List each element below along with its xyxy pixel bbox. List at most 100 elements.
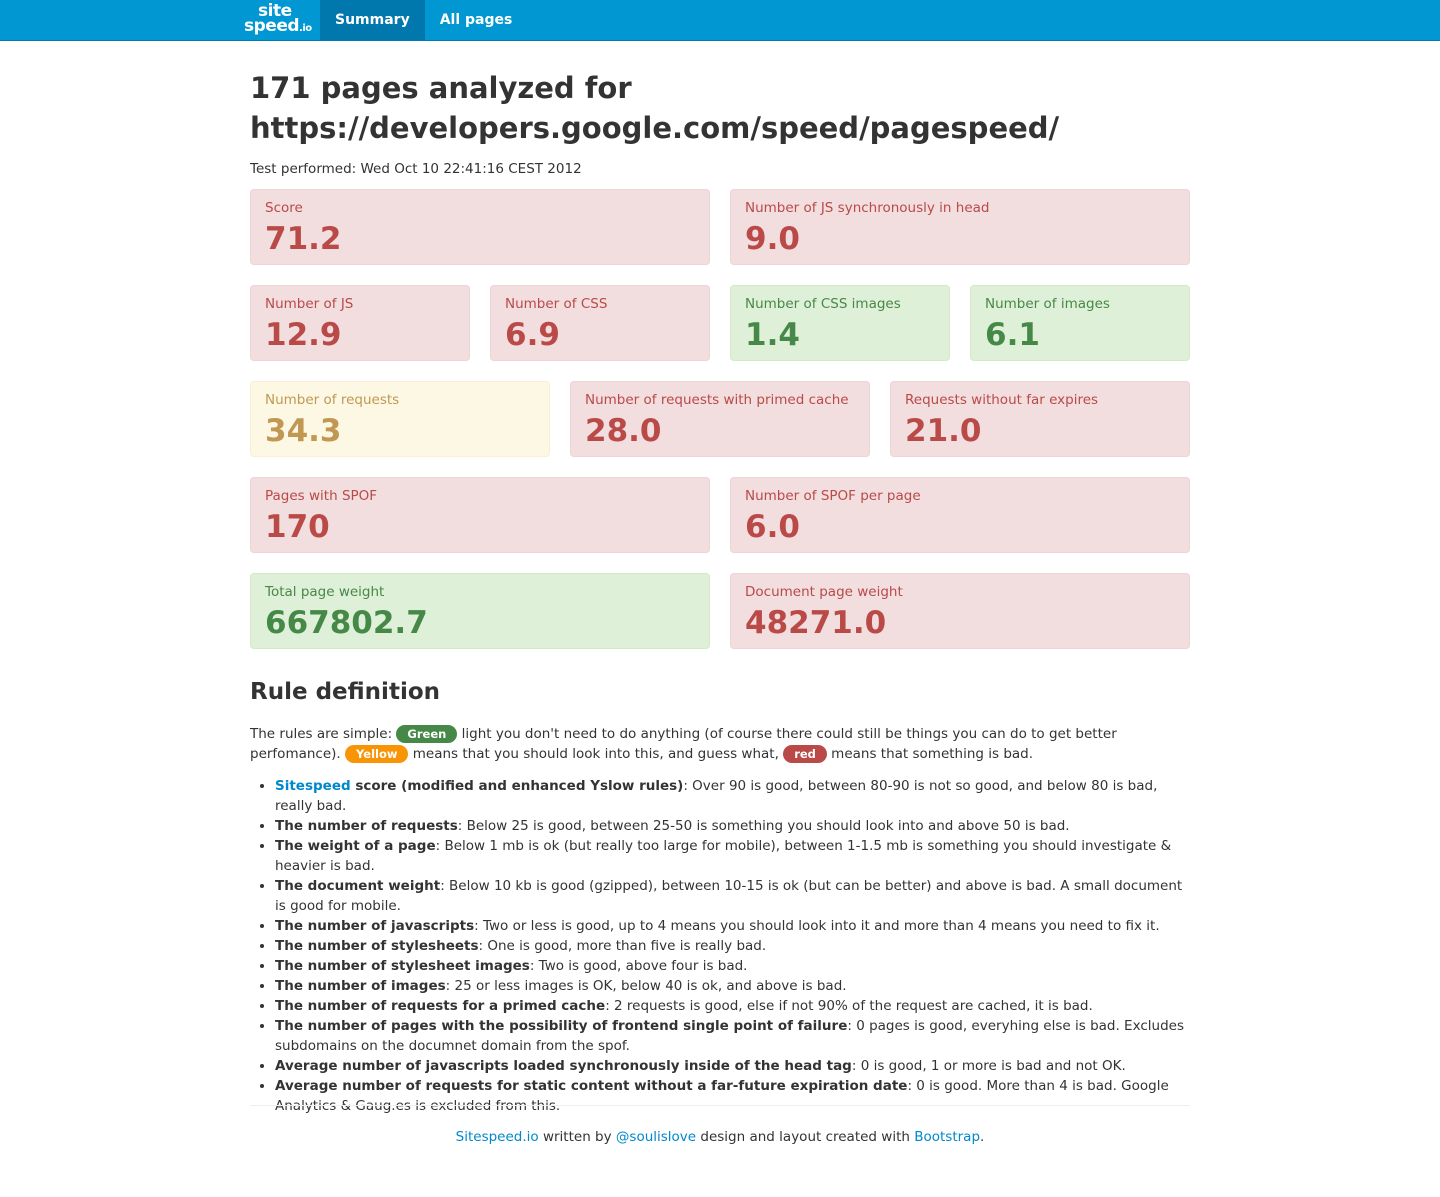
metric-value: 6.0 xyxy=(745,509,800,545)
intro-text: The rules are simple: xyxy=(250,726,397,742)
rule-name: Average number of requests for static co… xyxy=(275,1078,908,1094)
brand-line2-text: speed xyxy=(244,16,300,36)
brand-line2: speed.io xyxy=(244,16,312,36)
metric-spof-per-page: Number of SPOF per page 6.0 xyxy=(730,477,1190,553)
metric-images: Number of images 6.1 xyxy=(970,285,1190,361)
list-item: The number of requests for a primed cach… xyxy=(275,996,1190,1016)
rule-definition-title: Rule definition xyxy=(250,679,440,705)
footer-text: written by xyxy=(538,1129,616,1145)
rule-text: : 25 or less images is OK, below 40 is o… xyxy=(445,978,847,994)
red-badge: red xyxy=(783,745,827,763)
metric-value: 1.4 xyxy=(745,317,800,353)
rule-name-text: score (modified and enhanced Yslow rules… xyxy=(350,778,684,794)
metric-label: Number of requests xyxy=(265,392,400,408)
metrics-grid: Score 71.2 Number of JS synchronously in… xyxy=(250,189,1190,649)
nav-tab-all-pages[interactable]: All pages xyxy=(425,0,528,40)
metric-value: 9.0 xyxy=(745,221,800,257)
nav-tab-summary[interactable]: Summary xyxy=(320,0,425,40)
list-item: The document weight: Below 10 kb is good… xyxy=(275,876,1190,916)
list-item: Average number of requests for static co… xyxy=(275,1076,1190,1116)
list-item: Average number of javascripts loaded syn… xyxy=(275,1056,1190,1076)
metric-value: 28.0 xyxy=(585,413,662,449)
metric-requests: Number of requests 34.3 xyxy=(250,381,550,457)
page-title-url: https://developers.google.com/speed/page… xyxy=(250,111,1060,145)
metric-value: 170 xyxy=(265,509,330,545)
rule-text: : 2 requests is good, else if not 90% of… xyxy=(605,998,1093,1014)
intro-text: means that you should look into this, an… xyxy=(408,746,784,762)
footer-bootstrap-link[interactable]: Bootstrap xyxy=(914,1129,980,1145)
main-container: 171 pages analyzed for https://developer… xyxy=(250,41,1190,1145)
metric-label: Number of CSS images xyxy=(745,296,901,312)
rules-intro: The rules are simple: Green light you do… xyxy=(250,724,1190,764)
metric-document-page-weight: Document page weight 48271.0 xyxy=(730,573,1190,649)
list-item: The number of stylesheets: One is good, … xyxy=(275,936,1190,956)
list-item: The number of javascripts: Two or less i… xyxy=(275,916,1190,936)
metric-css: Number of CSS 6.9 xyxy=(490,285,710,361)
brand-suffix: .io xyxy=(299,23,312,34)
metric-label: Pages with SPOF xyxy=(265,488,378,504)
metric-value: 21.0 xyxy=(905,413,982,449)
metric-label: Number of JS synchronously in head xyxy=(745,200,990,216)
footer-divider xyxy=(250,1105,1190,1106)
rule-text: : One is good, more than five is really … xyxy=(478,938,767,954)
rules-list: Sitespeed score (modified and enhanced Y… xyxy=(250,776,1190,1116)
rule-name: The number of pages with the possibility… xyxy=(275,1018,848,1034)
metric-label: Number of images xyxy=(985,296,1110,312)
rule-text: : Two is good, above four is bad. xyxy=(529,958,748,974)
intro-text: means that something is bad. xyxy=(826,746,1034,762)
list-item: The number of requests: Below 25 is good… xyxy=(275,816,1190,836)
rule-text: : Two or less is good, up to 4 means you… xyxy=(474,918,1160,934)
list-item: The number of images: 25 or less images … xyxy=(275,976,1190,996)
list-item: The number of stylesheet images: Two is … xyxy=(275,956,1190,976)
metric-total-page-weight: Total page weight 667802.7 xyxy=(250,573,710,649)
nav-inner: site speed.io Summary All pages xyxy=(240,0,527,40)
metric-value: 48271.0 xyxy=(745,605,887,641)
metric-js-sync-head: Number of JS synchronously in head 9.0 xyxy=(730,189,1190,265)
metric-requests-no-far-expires: Requests without far expires 21.0 xyxy=(890,381,1190,457)
rule-name: Average number of javascripts loaded syn… xyxy=(275,1058,852,1074)
list-item: The weight of a page: Below 1 mb is ok (… xyxy=(275,836,1190,876)
test-performed: Test performed: Wed Oct 10 22:41:16 CEST… xyxy=(250,161,582,177)
rule-name: The number of javascripts xyxy=(275,918,475,934)
metric-label: Number of JS xyxy=(265,296,354,312)
rule-text: : 0 is good, 1 or more is bad and not OK… xyxy=(851,1058,1126,1074)
footer-text: . xyxy=(980,1129,985,1145)
rule-name: The number of stylesheet images xyxy=(275,958,530,974)
metric-label: Number of SPOF per page xyxy=(745,488,921,504)
green-badge: Green xyxy=(396,725,458,743)
metric-js: Number of JS 12.9 xyxy=(250,285,470,361)
metric-value: 12.9 xyxy=(265,317,342,353)
footer: Sitespeed.io written by @soulislove desi… xyxy=(250,1127,1190,1147)
page-title-line1: 171 pages analyzed for xyxy=(250,71,632,105)
list-item: Sitespeed score (modified and enhanced Y… xyxy=(275,776,1190,816)
metric-requests-primed-cache: Number of requests with primed cache 28.… xyxy=(570,381,870,457)
metric-value: 667802.7 xyxy=(265,605,428,641)
list-item: The number of pages with the possibility… xyxy=(275,1016,1190,1056)
metric-score: Score 71.2 xyxy=(250,189,710,265)
page-title: 171 pages analyzed for https://developer… xyxy=(250,68,1190,148)
rule-name: The number of requests xyxy=(275,818,458,834)
rule-name: The number of images xyxy=(275,978,446,994)
rule-text: : Below 25 is good, between 25-50 is som… xyxy=(457,818,1070,834)
metric-label: Total page weight xyxy=(265,584,385,600)
rule-name: The document weight xyxy=(275,878,441,894)
footer-author-link[interactable]: @soulislove xyxy=(616,1129,696,1145)
metric-value: 6.1 xyxy=(985,317,1040,353)
sitespeed-link[interactable]: Sitespeed xyxy=(275,778,351,794)
rule-name: Sitespeed score (modified and enhanced Y… xyxy=(275,778,683,794)
yellow-badge: Yellow xyxy=(345,745,409,763)
metric-label: Score xyxy=(265,200,303,216)
metric-value: 34.3 xyxy=(265,413,342,449)
rule-name: The number of requests for a primed cach… xyxy=(275,998,606,1014)
metric-value: 6.9 xyxy=(505,317,560,353)
metric-pages-spof: Pages with SPOF 170 xyxy=(250,477,710,553)
metric-label: Number of CSS xyxy=(505,296,608,312)
navbar: site speed.io Summary All pages xyxy=(0,0,1440,41)
footer-sitespeed-link[interactable]: Sitespeed.io xyxy=(456,1129,539,1145)
metric-label: Number of requests with primed cache xyxy=(585,392,849,408)
footer-text: design and layout created with xyxy=(696,1129,915,1145)
brand-logo[interactable]: site speed.io xyxy=(240,0,320,40)
metric-label: Requests without far expires xyxy=(905,392,1099,408)
rule-name: The number of stylesheets xyxy=(275,938,479,954)
metric-css-images: Number of CSS images 1.4 xyxy=(730,285,950,361)
